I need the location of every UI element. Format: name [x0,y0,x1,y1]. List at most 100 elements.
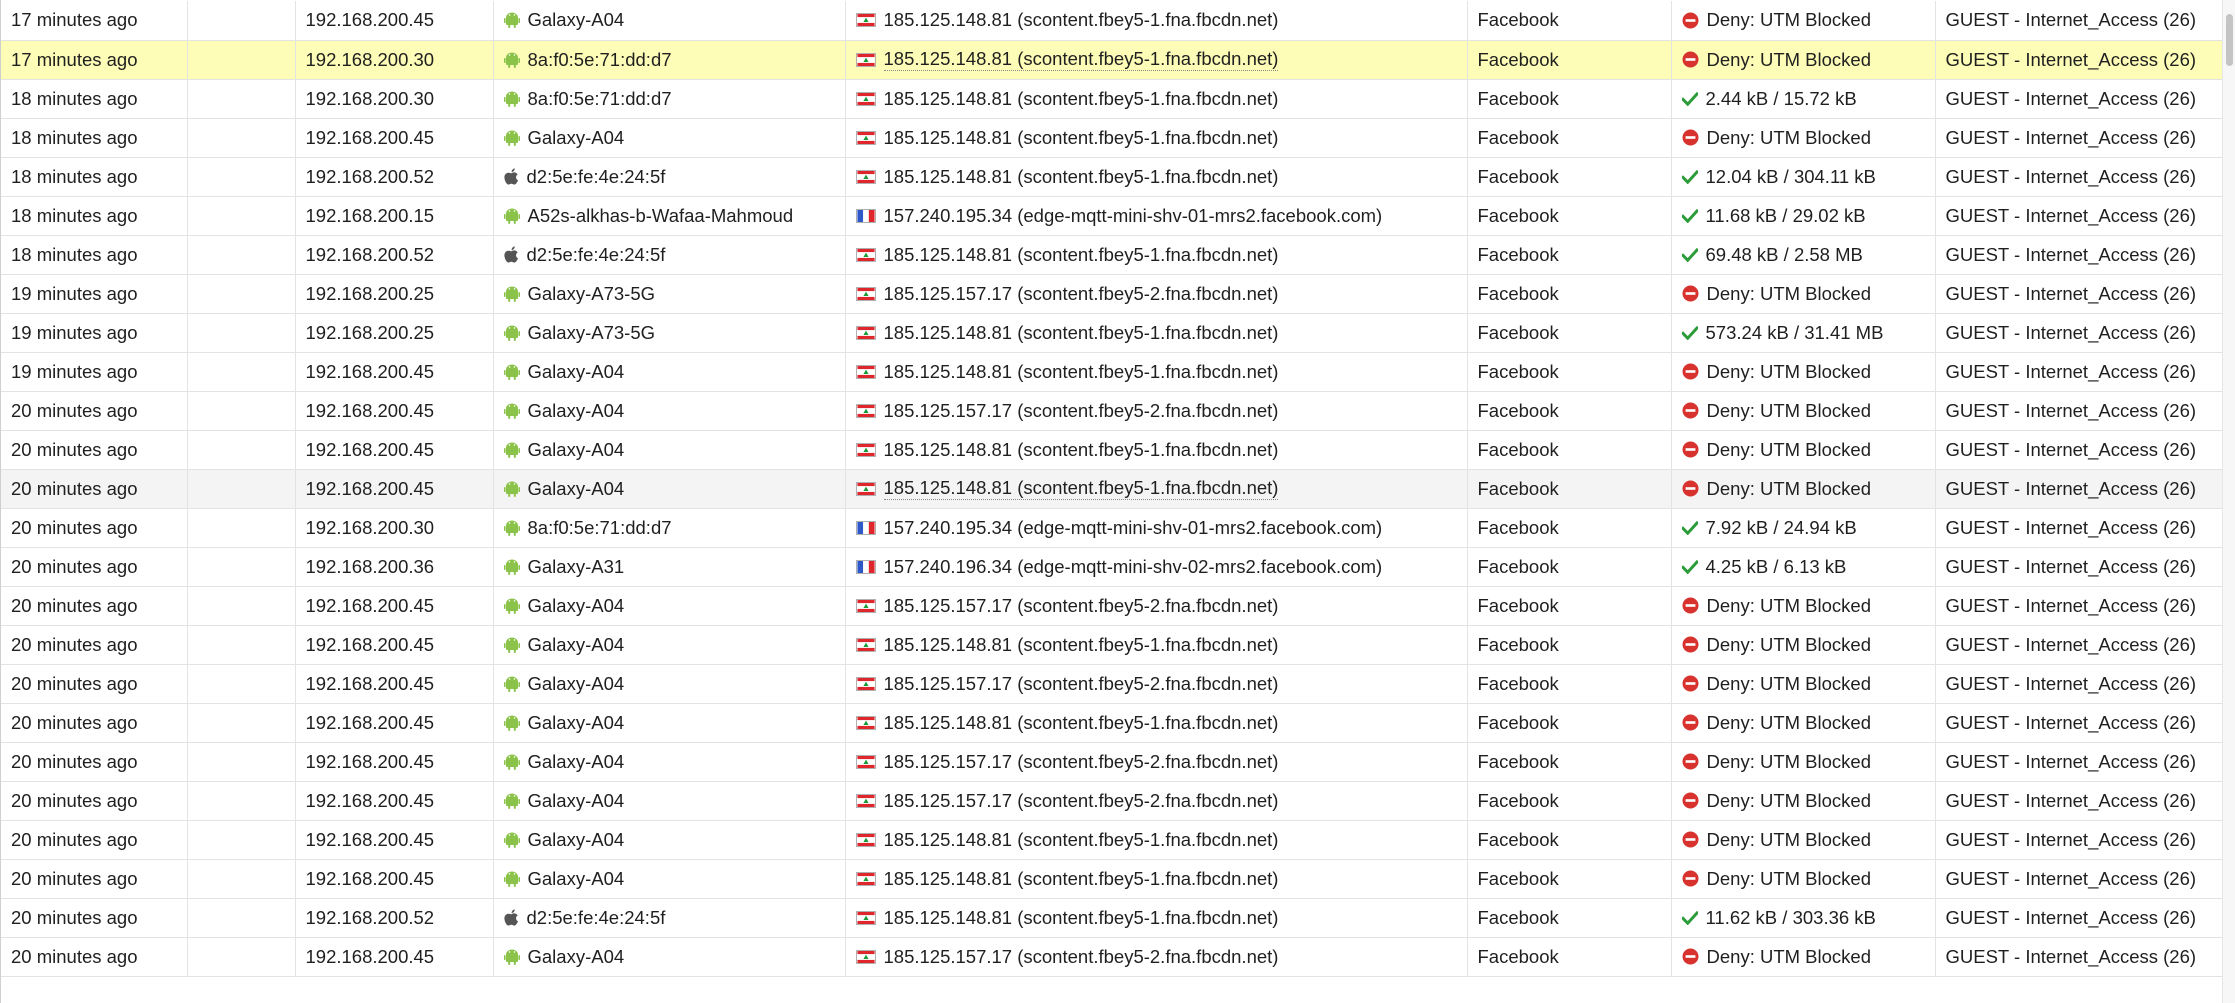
destination-cell[interactable]: 185.125.157.17 (scontent.fbey5-2.fna.fbc… [845,391,1468,431]
device-cell[interactable]: 8a:f0:5e:71:dd:d7 [493,40,846,80]
source-ip: 192.168.200.45 [305,126,435,148]
vertical-scrollbar[interactable] [2222,0,2235,1003]
destination-cell[interactable]: 185.125.148.81 (scontent.fbey5-1.fna.fbc… [845,352,1468,392]
table-row[interactable]: 20 minutes ago 192.168.200.52 d2:5e:fe:4e:… [1,898,2224,938]
device-cell[interactable]: Galaxy-A04 [493,469,846,509]
device-cell[interactable]: Galaxy-A04 [493,430,846,470]
time-cell: 20 minutes ago [1,625,188,665]
result-cell: 11.68 kB / 29.02 kB [1671,196,1936,236]
destination-cell[interactable]: 157.240.195.34 (edge-mqtt-mini-shv-01-mr… [845,196,1468,236]
device-cell[interactable]: d2:5e:fe:4e:24:5f [493,157,846,197]
table-row[interactable]: 18 minutes ago 192.168.200.52 d2:5e:fe:4e:… [1,157,2224,197]
table-row[interactable]: 19 minutes ago 192.168.200.45 Galaxy-A04 18… [1,352,2224,392]
table-row[interactable]: 20 minutes ago 192.168.200.45 Galaxy-A04 18… [1,469,2224,509]
table-row[interactable]: 20 minutes ago 192.168.200.45 Galaxy-A04 18… [1,781,2224,821]
table-row[interactable]: 20 minutes ago 192.168.200.30 8a:f0:5e:71:… [1,508,2224,548]
device-cell[interactable]: A52s-alkhas-b-Wafaa-Mahmoud [493,196,846,236]
policy-name: GUEST - Internet_Access (26) [1945,9,2197,31]
time-cell: 18 minutes ago [1,118,188,158]
destination-cell[interactable]: 185.125.157.17 (scontent.fbey5-2.fna.fbc… [845,664,1468,704]
device-cell[interactable]: Galaxy-A04 [493,391,846,431]
device-cell[interactable]: Galaxy-A04 [493,664,846,704]
destination-cell[interactable]: 185.125.157.17 (scontent.fbey5-2.fna.fbc… [845,781,1468,821]
destination-address: 185.125.148.81 (scontent.fbey5-1.fna.fbc… [883,9,1279,31]
device-cell[interactable]: Galaxy-A04 [493,820,846,860]
lebanon-flag-icon [855,13,876,28]
deny-icon [1682,402,1699,419]
result-cell: Deny: UTM Blocked [1671,352,1936,392]
table-row[interactable]: 20 minutes ago 192.168.200.45 Galaxy-A04 18… [1,937,2224,977]
application-name: Facebook [1477,945,1559,967]
table-row[interactable]: 18 minutes ago 192.168.200.15 A52s-alkhas-… [1,196,2224,236]
destination-cell[interactable]: 185.125.148.81 (scontent.fbey5-1.fna.fbc… [845,898,1468,938]
destination-cell[interactable]: 185.125.148.81 (scontent.fbey5-1.fna.fbc… [845,625,1468,665]
destination-cell[interactable]: 185.125.148.81 (scontent.fbey5-1.fna.fbc… [845,703,1468,743]
device-cell[interactable]: Galaxy-A04 [493,703,846,743]
time-cell: 19 minutes ago [1,313,188,353]
destination-cell[interactable]: 185.125.148.81 (scontent.fbey5-1.fna.fbc… [845,820,1468,860]
table-row[interactable]: 20 minutes ago 192.168.200.45 Galaxy-A04 18… [1,742,2224,782]
policy-cell: GUEST - Internet_Access (26) [1935,235,2224,275]
deny-icon [1682,792,1699,809]
device-name: Galaxy-A04 [527,750,625,772]
destination-cell[interactable]: 157.240.195.34 (edge-mqtt-mini-shv-01-mr… [845,508,1468,548]
device-cell[interactable]: Galaxy-A73-5G [493,313,846,353]
android-icon [503,207,520,225]
blank-cell [187,781,296,821]
destination-cell[interactable]: 185.125.157.17 (scontent.fbey5-2.fna.fbc… [845,274,1468,314]
table-row[interactable]: 20 minutes ago 192.168.200.45 Galaxy-A04 18… [1,820,2224,860]
device-cell[interactable]: Galaxy-A04 [493,859,846,899]
destination-cell[interactable]: 185.125.148.81 (scontent.fbey5-1.fna.fbc… [845,235,1468,275]
table-row[interactable]: 20 minutes ago 192.168.200.45 Galaxy-A04 18… [1,430,2224,470]
table-row[interactable]: 20 minutes ago 192.168.200.45 Galaxy-A04 18… [1,391,2224,431]
table-row[interactable]: 20 minutes ago 192.168.200.45 Galaxy-A04 18… [1,586,2224,626]
device-cell[interactable]: Galaxy-A73-5G [493,274,846,314]
destination-cell[interactable]: 185.125.148.81 (scontent.fbey5-1.fna.fbc… [845,430,1468,470]
destination-cell[interactable]: 185.125.148.81 (scontent.fbey5-1.fna.fbc… [845,79,1468,119]
device-cell[interactable]: Galaxy-A04 [493,742,846,782]
destination-cell[interactable]: 185.125.148.81 (scontent.fbey5-1.fna.fbc… [845,1,1468,41]
destination-cell[interactable]: 157.240.196.34 (edge-mqtt-mini-shv-02-mr… [845,547,1468,587]
device-cell[interactable]: Galaxy-A04 [493,352,846,392]
table-row[interactable]: 20 minutes ago 192.168.200.45 Galaxy-A04 18… [1,859,2224,899]
device-cell[interactable]: 8a:f0:5e:71:dd:d7 [493,508,846,548]
destination-cell[interactable]: 185.125.157.17 (scontent.fbey5-2.fna.fbc… [845,742,1468,782]
result-cell: 7.92 kB / 24.94 kB [1671,508,1936,548]
device-cell[interactable]: d2:5e:fe:4e:24:5f [493,898,846,938]
device-cell[interactable]: Galaxy-A31 [493,547,846,587]
device-cell[interactable]: Galaxy-A04 [493,586,846,626]
destination-cell[interactable]: 185.125.148.81 (scontent.fbey5-1.fna.fbc… [845,859,1468,899]
table-row[interactable]: 17 minutes ago 192.168.200.45 Galaxy-A04 18… [1,1,2224,41]
source-ip-cell: 192.168.200.45 [295,469,494,509]
table-row[interactable]: 20 minutes ago 192.168.200.36 Galaxy-A31 15… [1,547,2224,587]
device-cell[interactable]: Galaxy-A04 [493,1,846,41]
result-text: 11.68 kB / 29.02 kB [1705,204,1866,226]
destination-cell[interactable]: 185.125.157.17 (scontent.fbey5-2.fna.fbc… [845,937,1468,977]
table-row[interactable]: 18 minutes ago 192.168.200.52 d2:5e:fe:4e:… [1,235,2224,275]
device-cell[interactable]: Galaxy-A04 [493,781,846,821]
destination-cell[interactable]: 185.125.157.17 (scontent.fbey5-2.fna.fbc… [845,586,1468,626]
device-cell[interactable]: 8a:f0:5e:71:dd:d7 [493,79,846,119]
table-row[interactable]: 18 minutes ago 192.168.200.30 8a:f0:5e:71:… [1,79,2224,119]
table-row[interactable]: 18 minutes ago 192.168.200.45 Galaxy-A04 18… [1,118,2224,158]
table-row[interactable]: 19 minutes ago 192.168.200.25 Galaxy-A73-5… [1,274,2224,314]
application-cell: Facebook [1467,469,1672,509]
destination-cell[interactable]: 185.125.148.81 (scontent.fbey5-1.fna.fbc… [845,469,1468,509]
scrollbar-thumb[interactable] [2226,14,2233,66]
table-row[interactable]: 20 minutes ago 192.168.200.45 Galaxy-A04 18… [1,703,2224,743]
destination-cell[interactable]: 185.125.148.81 (scontent.fbey5-1.fna.fbc… [845,118,1468,158]
device-cell[interactable]: Galaxy-A04 [493,625,846,665]
table-row[interactable]: 19 minutes ago 192.168.200.25 Galaxy-A73-5… [1,313,2224,353]
device-cell[interactable]: Galaxy-A04 [493,118,846,158]
device-cell[interactable]: Galaxy-A04 [493,937,846,977]
table-row[interactable]: 20 minutes ago 192.168.200.45 Galaxy-A04 18… [1,625,2224,665]
table-row[interactable]: 17 minutes ago 192.168.200.30 8a:f0:5e:71:… [1,40,2224,80]
destination-cell[interactable]: 185.125.148.81 (scontent.fbey5-1.fna.fbc… [845,313,1468,353]
destination-cell[interactable]: 185.125.148.81 (scontent.fbey5-1.fna.fbc… [845,40,1468,80]
device-cell[interactable]: d2:5e:fe:4e:24:5f [493,235,846,275]
android-icon [503,948,520,966]
table-row[interactable]: 20 minutes ago 192.168.200.45 Galaxy-A04 18… [1,664,2224,704]
destination-cell[interactable]: 185.125.148.81 (scontent.fbey5-1.fna.fbc… [845,157,1468,197]
source-ip-cell: 192.168.200.45 [295,820,494,860]
result-text: Deny: UTM Blocked [1706,945,1872,967]
